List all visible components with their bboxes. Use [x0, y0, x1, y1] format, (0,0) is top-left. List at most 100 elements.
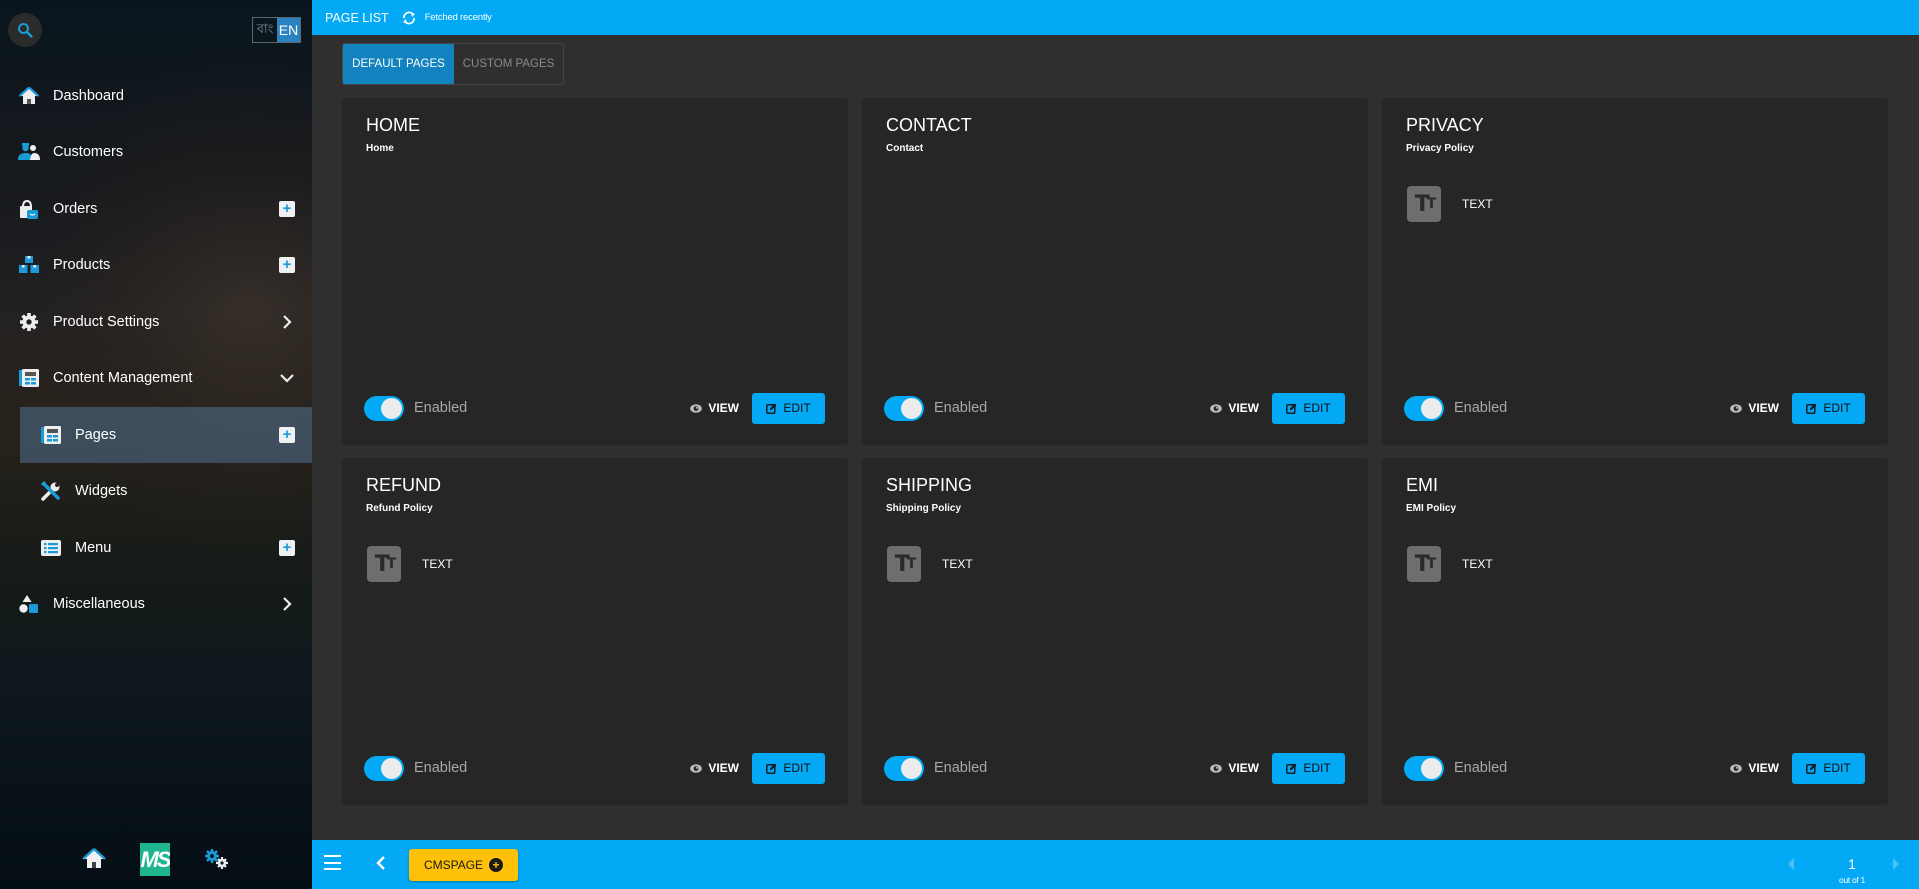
text-icon: TT: [1407, 546, 1441, 582]
eye-icon: [1730, 763, 1743, 773]
chevron-right-icon[interactable]: [278, 595, 296, 613]
page-widget[interactable]: T T TEXT: [887, 546, 973, 582]
eye-icon: [1730, 403, 1743, 413]
sidebar-item-label: Menu: [75, 540, 112, 556]
view-label: VIEW: [708, 401, 739, 415]
sidebar-item-label: Miscellaneous: [53, 596, 145, 612]
enabled-label: Enabled: [1454, 400, 1508, 416]
sidebar-footer: MS: [0, 829, 312, 889]
page-card-subtitle: Refund Policy: [366, 503, 433, 514]
edit-icon: [766, 763, 777, 774]
add-icon[interactable]: +: [279, 427, 295, 443]
enabled-label: Enabled: [414, 760, 468, 776]
pager-prev-icon[interactable]: [1787, 858, 1795, 870]
widget-label: TEXT: [422, 557, 453, 571]
chevron-down-icon[interactable]: [278, 369, 296, 387]
view-button[interactable]: VIEW: [1730, 401, 1779, 415]
search-button[interactable]: [8, 13, 42, 47]
edit-icon: [1286, 403, 1297, 414]
enabled-toggle[interactable]: [364, 755, 404, 781]
widget-label: TEXT: [942, 557, 973, 571]
language-switch[interactable]: বাং EN: [252, 17, 301, 43]
chevron-right-icon[interactable]: [278, 313, 296, 331]
enabled-toggle[interactable]: [884, 755, 924, 781]
sidebar-item-menu[interactable]: Menu +: [0, 520, 312, 576]
edit-label: EDIT: [1303, 401, 1331, 415]
page-card-refund: REFUND Refund Policy T T TEXT Enabled VIEW EDIT: [342, 458, 848, 805]
enabled-label: Enabled: [414, 400, 468, 416]
view-button[interactable]: VIEW: [1730, 761, 1779, 775]
language-option-en[interactable]: EN: [277, 18, 300, 42]
sidebar-item-widgets[interactable]: Widgets: [0, 463, 312, 519]
bottom-bar: CMSPAGE + 1 out of 1: [312, 840, 1919, 889]
page-card-subtitle: Privacy Policy: [1406, 143, 1474, 154]
edit-button[interactable]: EDIT: [1272, 392, 1345, 424]
page-card-footer: Enabled VIEW EDIT: [884, 752, 1345, 784]
view-button[interactable]: VIEW: [690, 401, 739, 415]
gears-icon[interactable]: [204, 848, 230, 870]
enabled-label: Enabled: [1454, 760, 1508, 776]
page-widget[interactable]: T T TEXT: [367, 546, 453, 582]
sidebar-item-label: Dashboard: [53, 88, 124, 104]
edit-icon: [1806, 763, 1817, 774]
edit-button[interactable]: EDIT: [1792, 752, 1865, 784]
add-icon[interactable]: +: [279, 257, 295, 273]
sidebar-item-label: Widgets: [75, 483, 128, 499]
page-card-title: PRIVACY: [1406, 115, 1484, 135]
edit-icon: [1806, 403, 1817, 414]
page-card-subtitle: Contact: [886, 143, 924, 154]
sidebar-item-content-management[interactable]: Content Management: [0, 350, 312, 406]
add-icon[interactable]: +: [279, 201, 295, 217]
sidebar-item-products[interactable]: Products +: [0, 237, 312, 293]
view-button[interactable]: VIEW: [690, 761, 739, 775]
page-card-footer: Enabled VIEW EDIT: [1404, 392, 1865, 424]
home-icon: [18, 85, 40, 107]
edit-button[interactable]: EDIT: [1272, 752, 1345, 784]
sidebar-item-product-settings[interactable]: Product Settings: [0, 294, 312, 350]
language-option-bn[interactable]: বাং: [253, 18, 277, 42]
toggle-knob: [901, 757, 922, 779]
sidebar-item-label: Product Settings: [53, 314, 160, 330]
enabled-toggle[interactable]: [1404, 755, 1444, 781]
toggle-knob: [1421, 397, 1442, 419]
view-button[interactable]: VIEW: [1210, 401, 1259, 415]
sidebar-item-pages[interactable]: Pages +: [20, 407, 312, 463]
view-button[interactable]: VIEW: [1210, 761, 1259, 775]
sidebar-item-customers[interactable]: Customers: [0, 124, 312, 180]
view-label: VIEW: [1748, 761, 1779, 775]
pager-total: out of 1: [1839, 875, 1865, 885]
tab-custom-pages[interactable]: CUSTOM PAGES: [454, 44, 563, 84]
sidebar-item-orders[interactable]: Orders +: [0, 181, 312, 237]
hamburger-icon[interactable]: [324, 855, 341, 870]
tab-default-pages[interactable]: DEFAULT PAGES: [343, 44, 454, 84]
edit-button[interactable]: EDIT: [752, 392, 825, 424]
edit-button[interactable]: EDIT: [752, 752, 825, 784]
add-icon[interactable]: +: [279, 540, 295, 556]
add-cms-page-button[interactable]: CMSPAGE +: [409, 849, 518, 881]
eye-icon: [1210, 403, 1223, 413]
page-widget[interactable]: T T TEXT: [1407, 186, 1493, 222]
sidebar-item-dashboard[interactable]: Dashboard: [0, 68, 312, 124]
page-card-title: SHIPPING: [886, 475, 973, 495]
enabled-toggle[interactable]: [364, 395, 404, 421]
list-icon: [40, 537, 62, 559]
edit-button[interactable]: EDIT: [1792, 392, 1865, 424]
cms-button-label: CMSPAGE: [423, 858, 484, 872]
chevron-left-icon[interactable]: [372, 853, 392, 873]
home-icon[interactable]: [82, 848, 106, 870]
refresh-icon[interactable]: [401, 11, 417, 25]
sidebar-item-label: Orders: [53, 201, 98, 217]
plus-circle-icon: +: [489, 858, 504, 872]
sidebar-item-label: Customers: [53, 144, 124, 160]
sidebar-item-miscellaneous[interactable]: Miscellaneous: [0, 576, 312, 632]
enabled-toggle[interactable]: [1404, 395, 1444, 421]
enabled-toggle[interactable]: [884, 395, 924, 421]
toggle-knob: [901, 397, 922, 419]
edit-label: EDIT: [783, 401, 811, 415]
pager-next-icon[interactable]: [1892, 858, 1900, 870]
view-label: VIEW: [1228, 401, 1259, 415]
app-logo[interactable]: MS: [140, 842, 170, 876]
page-card-home: HOME Home Enabled VIEW EDIT: [342, 98, 848, 445]
page-widget[interactable]: T T TEXT: [1407, 546, 1493, 582]
toggle-knob: [1421, 757, 1442, 779]
